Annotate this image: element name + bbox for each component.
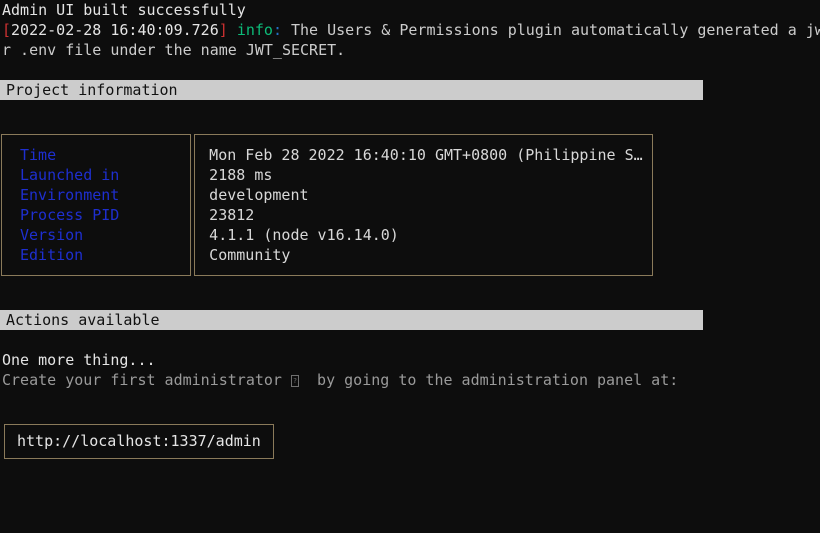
gap-before-url: [0, 390, 820, 410]
label-launched-in: Launched in: [20, 166, 120, 184]
value-environment: development: [209, 186, 309, 204]
section-header-project-information: Project information: [0, 80, 703, 100]
log-message: The Users & Permissions plugin automatic…: [281, 21, 820, 39]
section-header-actions-available: Actions available: [0, 310, 703, 330]
actions-headline: One more thing...: [2, 351, 156, 369]
gap-before-table: [0, 100, 820, 120]
log-line-admin-ui-built: Admin UI built successfully: [2, 1, 246, 19]
label-version: Version: [20, 226, 84, 244]
gap-after-log: [0, 60, 820, 80]
gap-before-table-2: [0, 120, 820, 134]
actions-instruction: Create your first administrator ? by goi…: [0, 370, 820, 390]
instruction-text-after: by going to the administration panel at:: [298, 371, 679, 389]
bracket-close: ]: [218, 21, 228, 39]
label-environment: Environment: [20, 186, 120, 204]
gap-before-actions: [0, 330, 820, 350]
label-time: Time: [20, 146, 57, 164]
log-level: info: [236, 21, 273, 39]
instruction-text-before: Create your first administrator: [2, 371, 291, 389]
bracket-open: [: [2, 21, 12, 39]
admin-url-text[interactable]: http://localhost:1337/admin: [17, 432, 261, 450]
missing-glyph-icon: ?: [290, 375, 299, 387]
log-timestamp: 2022-02-28 16:40:09.726: [11, 21, 219, 39]
label-edition: Edition: [20, 246, 84, 264]
log-line-jwt-secret: [2022-02-28 16:40:09.726] info: The User…: [0, 20, 820, 40]
terminal-window: Admin UI built successfully [2022-02-28 …: [0, 0, 820, 533]
value-version: 4.1.1 (node v16.14.0): [209, 226, 399, 244]
value-edition: Community: [209, 246, 291, 264]
value-time: Mon Feb 28 2022 16:40:10 GMT+0800 (Phili…: [209, 146, 643, 164]
admin-url-box[interactable]: http://localhost:1337/admin: [4, 424, 274, 459]
log-level-colon: :: [272, 21, 282, 39]
gap-after-table: [0, 276, 820, 296]
project-info-value-column: Mon Feb 28 2022 16:40:10 GMT+0800 (Phili…: [194, 134, 653, 276]
project-info-label-column: Time Launched in Environment Process PID…: [1, 134, 192, 276]
log-line-jwt-secret-wrap: r .env file under the name JWT_SECRET.: [2, 41, 346, 59]
value-process-pid: 23812: [209, 206, 255, 224]
project-information-table: Time Launched in Environment Process PID…: [1, 134, 653, 276]
label-process-pid: Process PID: [20, 206, 120, 224]
value-launched-in: 2188 ms: [209, 166, 273, 184]
log-space: [228, 21, 237, 39]
gap-before-url-2: [0, 410, 820, 424]
gap-after-table-2: [0, 296, 820, 310]
